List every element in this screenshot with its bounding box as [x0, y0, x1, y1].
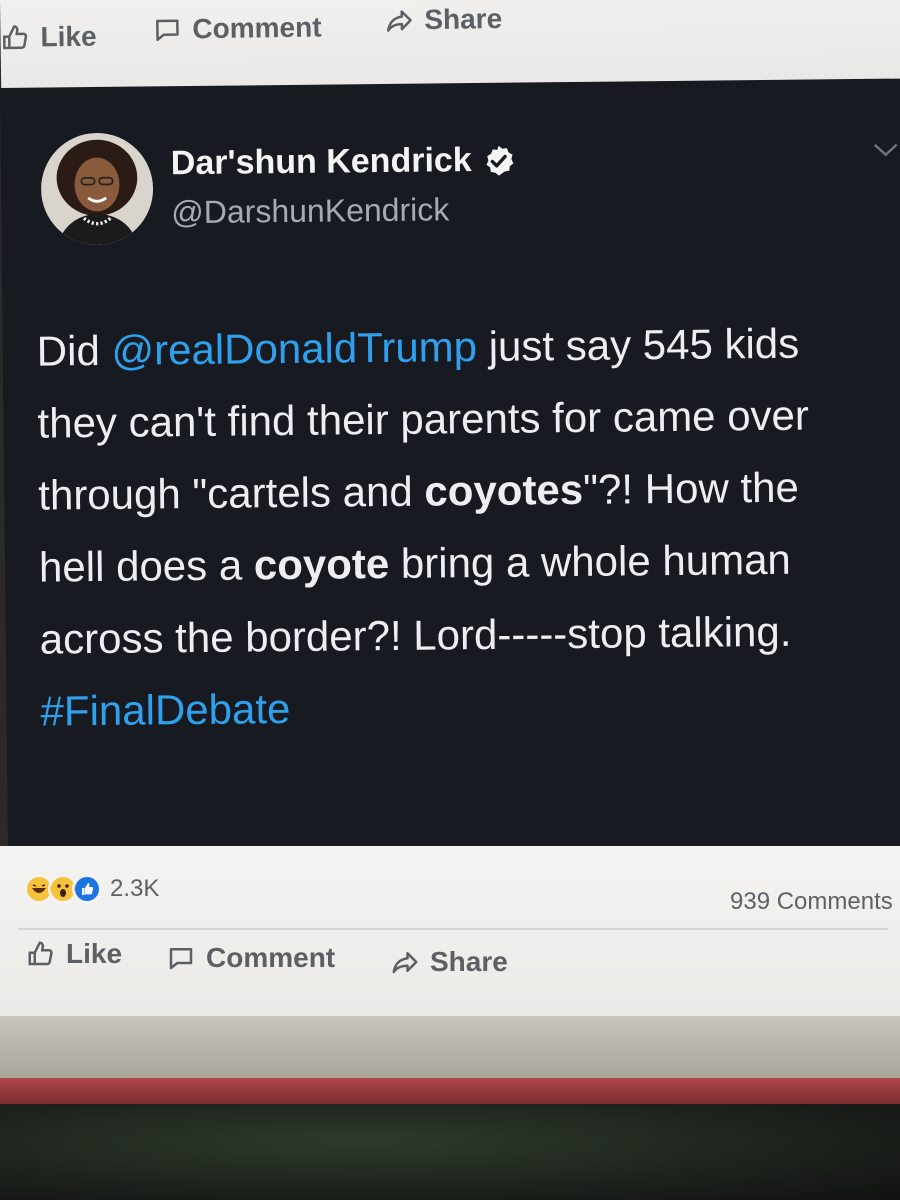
highlighted-term: coyote [253, 539, 390, 589]
share-arrow-icon [386, 10, 412, 32]
name-row: Dar'shun Kendrick [171, 141, 516, 184]
reaction-count: 2.3K [110, 875, 160, 902]
laptop-edge [0, 1078, 900, 1104]
desk-surface [0, 1104, 900, 1200]
share-button[interactable]: Share [384, 3, 502, 37]
user-handle[interactable]: @DarshunKendrick [171, 191, 449, 231]
profile-photo [40, 132, 154, 246]
display-name[interactable]: Dar'shun Kendrick [171, 141, 472, 183]
reactions-summary[interactable]: 2.3K [24, 874, 159, 904]
like-button[interactable]: Like [26, 938, 122, 970]
highlighted-term: coyotes [424, 465, 584, 515]
share-label: Share [430, 946, 508, 977]
like-label: Like [66, 938, 123, 969]
like-label: Like [40, 20, 97, 53]
comment-label: Comment [206, 942, 336, 973]
tweet-text-part: Did [36, 326, 112, 375]
comment-button[interactable]: Comment [152, 12, 322, 46]
divider [18, 928, 888, 930]
like-button[interactable]: Like [0, 20, 97, 54]
mention-link[interactable]: @realDonaldTrump [111, 323, 477, 374]
comment-bubble-icon [169, 948, 193, 970]
thumbs-up-icon [2, 25, 28, 50]
share-button[interactable]: Share [390, 946, 508, 978]
verified-badge-icon [486, 145, 514, 176]
tweet-text: Did @realDonaldTrump just say 545 kids t… [36, 307, 870, 748]
comment-button[interactable]: Comment [166, 942, 335, 974]
thumbs-up-icon [28, 941, 53, 966]
hashtag-link[interactable]: #FinalDebate [40, 685, 290, 735]
comment-label: Comment [192, 11, 322, 45]
post-footer: 2.3K 939 Comments Like Comment Share [0, 846, 900, 1036]
avatar[interactable] [40, 132, 154, 246]
comments-count[interactable]: 939 Comments [730, 888, 893, 916]
like-reaction-icon [72, 874, 102, 904]
share-arrow-icon [392, 952, 418, 974]
comment-bubble-icon [156, 19, 179, 42]
laptop-bezel [0, 1016, 900, 1078]
chevron-down-icon[interactable] [871, 141, 900, 161]
share-label: Share [424, 2, 503, 36]
tweet-card: Dar'shun Kendrick @DarshunKendrick Did @… [0, 78, 900, 864]
